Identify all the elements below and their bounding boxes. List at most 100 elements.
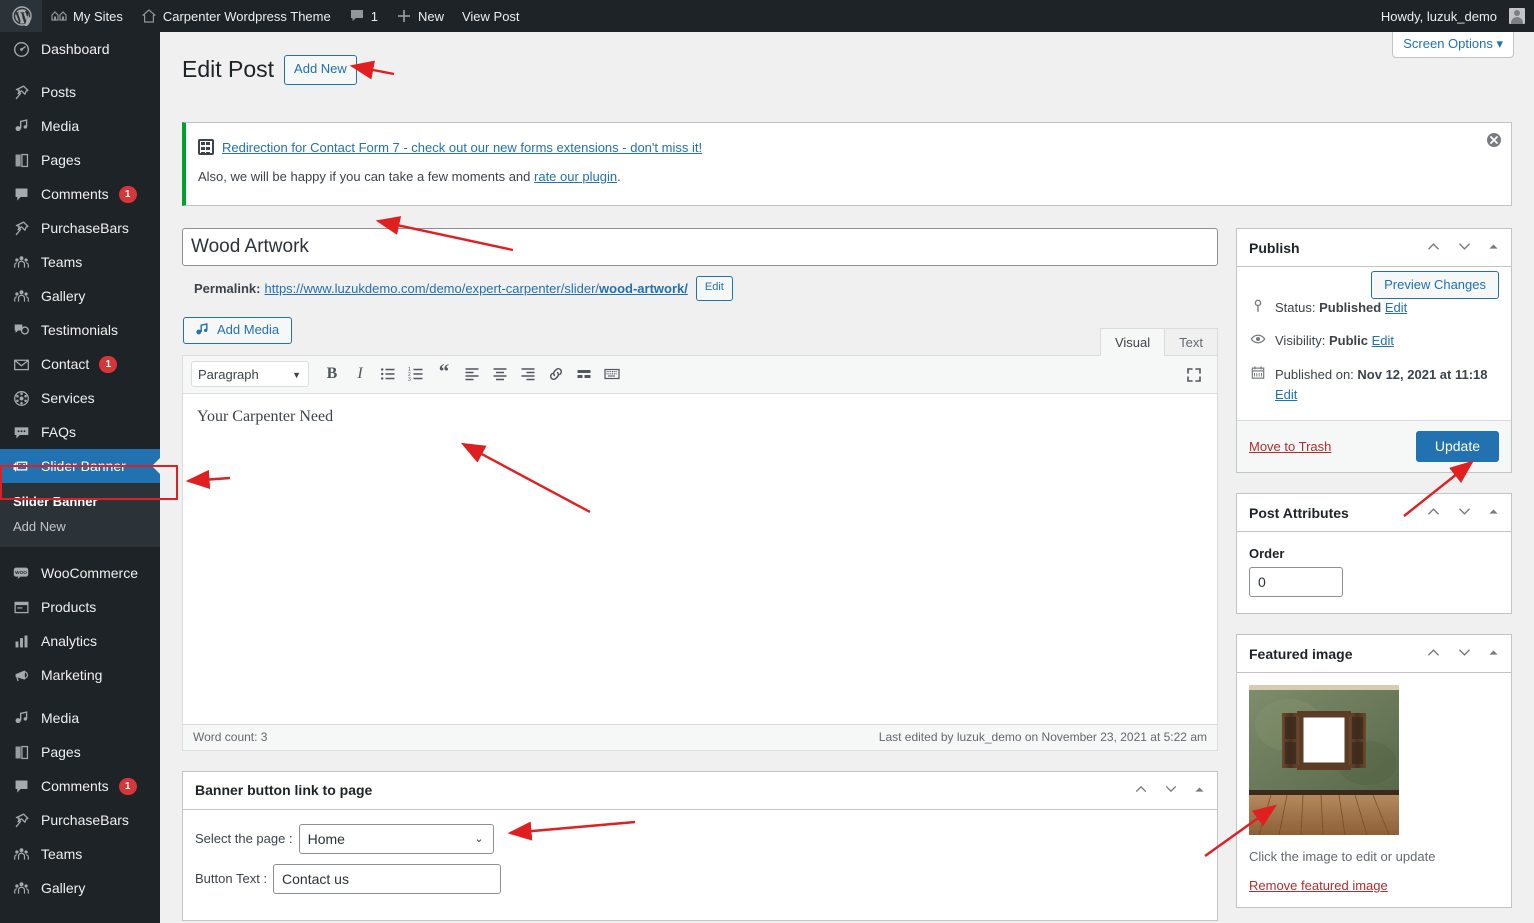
bulleted-list-icon[interactable] <box>375 361 401 387</box>
adminbar-my-account[interactable]: Howdy, luzuk_demo <box>1372 0 1534 32</box>
adminbar-my-sites-label: My Sites <box>73 8 123 24</box>
sidebar-item-teams-2[interactable]: Teams <box>0 837 160 871</box>
tab-text[interactable]: Text <box>1164 327 1218 356</box>
editor-content-area[interactable]: Your Carpenter Need <box>183 394 1217 724</box>
post-attributes-body: Order <box>1237 532 1511 613</box>
adminbar-my-sites[interactable]: My Sites <box>42 0 132 32</box>
remove-featured-image-link[interactable]: Remove featured image <box>1249 878 1499 893</box>
move-down-icon[interactable] <box>1164 782 1178 798</box>
toggle-panel-icon[interactable] <box>1194 784 1205 797</box>
preview-changes-button[interactable]: Preview Changes <box>1371 271 1499 299</box>
select-page-dropdown[interactable]: Home <box>298 823 494 854</box>
visibility-text: Visibility: Public Edit <box>1275 331 1394 351</box>
sidebar-item-comments[interactable]: Comments 1 <box>0 177 160 211</box>
insert-link-icon[interactable] <box>543 361 569 387</box>
update-button[interactable]: Update <box>1415 431 1499 462</box>
published-on-row: Published on: Nov 12, 2021 at 11:18 Edit <box>1249 359 1499 410</box>
align-center-icon[interactable] <box>487 361 513 387</box>
sidebar-item-comments-2[interactable]: Comments 1 <box>0 769 160 803</box>
sidebar-item-analytics[interactable]: Analytics <box>0 624 160 658</box>
toggle-panel-icon[interactable] <box>1488 241 1499 254</box>
wordpress-logo-icon[interactable] <box>0 0 42 32</box>
sidebar-item-label: Pages <box>41 152 81 168</box>
sidebar-item-dashboard[interactable]: Dashboard <box>0 32 160 66</box>
edit-visibility-link[interactable]: Edit <box>1372 333 1394 348</box>
close-icon[interactable] <box>1485 131 1503 149</box>
permalink-link[interactable]: https://www.luzukdemo.com/demo/expert-ca… <box>264 281 687 296</box>
sidebar-item-label: WooCommerce <box>41 565 138 581</box>
edit-status-link[interactable]: Edit <box>1385 300 1407 315</box>
sidebar-item-faqs[interactable]: FAQs <box>0 415 160 449</box>
sidebar-item-purchasebars[interactable]: PurchaseBars <box>0 211 160 245</box>
editor-container: Paragraph ▼ B I 123 “ Your Carpenter Nee… <box>182 354 1218 751</box>
edit-permalink-button[interactable]: Edit <box>695 276 733 301</box>
window-shutter-right <box>1349 713 1366 768</box>
rate-plugin-link[interactable]: rate our plugin <box>534 169 617 184</box>
toggle-panel-icon[interactable] <box>1488 506 1499 519</box>
align-right-icon[interactable] <box>515 361 541 387</box>
editor-paragraph: Your Carpenter Need <box>197 407 334 425</box>
move-up-icon[interactable] <box>1426 645 1441 662</box>
adminbar-site-name[interactable]: Carpenter Wordpress Theme <box>132 0 340 32</box>
sidebar-item-services[interactable]: Services <box>0 381 160 415</box>
sidebar-item-gallery-2[interactable]: Gallery <box>0 871 160 905</box>
sidebar-item-products[interactable]: Products <box>0 590 160 624</box>
sidebar-item-label: FAQs <box>41 424 77 440</box>
align-left-icon[interactable] <box>459 361 485 387</box>
word-count: Word count: 3 <box>193 730 268 745</box>
last-edited: Last edited by luzuk_demo on November 23… <box>878 730 1207 745</box>
page-title-text: Edit Post <box>182 56 275 82</box>
sidebar-item-woocommerce[interactable]: WOO WooCommerce <box>0 556 160 590</box>
sidebar-item-testimonials[interactable]: Testimonials <box>0 313 160 347</box>
adminbar-view-post[interactable]: View Post <box>453 0 529 32</box>
move-up-icon[interactable] <box>1426 239 1441 256</box>
move-down-icon[interactable] <box>1457 504 1472 521</box>
sidebar-item-gallery[interactable]: Gallery <box>0 279 160 313</box>
tab-visual[interactable]: Visual <box>1099 327 1166 356</box>
sidebar-item-marketing[interactable]: Marketing <box>0 658 160 692</box>
button-text-input[interactable] <box>273 863 502 894</box>
add-new-button[interactable]: Add New <box>284 55 357 85</box>
italic-icon[interactable]: I <box>347 361 373 387</box>
add-media-button[interactable]: Add Media <box>183 316 293 344</box>
editor-mode-tabs: Visual Text <box>1099 327 1218 356</box>
paragraph-format-select[interactable]: Paragraph <box>191 361 309 388</box>
notice-link[interactable]: Redirection for Contact Form 7 - check o… <box>222 140 702 155</box>
post-title-input[interactable] <box>182 228 1218 266</box>
dashboard-icon <box>11 41 31 58</box>
sidebar-item-media[interactable]: Media <box>0 109 160 143</box>
sidebar-item-purchasebars-2[interactable]: PurchaseBars <box>0 803 160 837</box>
move-down-icon[interactable] <box>1457 239 1472 256</box>
adminbar-comments[interactable]: 1 <box>340 0 387 32</box>
permalink-row: Permalink: https://www.luzukdemo.com/dem… <box>182 266 1218 301</box>
featured-image-thumbnail[interactable] <box>1249 685 1399 835</box>
toolbar-toggle-icon[interactable] <box>599 361 625 387</box>
sidebar-item-contact[interactable]: Contact 1 <box>0 347 160 381</box>
screen-options-toggle[interactable]: Screen Options ▾ <box>1392 32 1514 58</box>
sidebar-item-pages[interactable]: Pages <box>0 143 160 177</box>
sidebar-item-media-2[interactable]: Media <box>0 701 160 735</box>
sidebar-item-posts[interactable]: Posts <box>0 75 160 109</box>
sidebar-item-pages-2[interactable]: Pages <box>0 735 160 769</box>
order-input[interactable] <box>1249 567 1343 597</box>
blockquote-icon[interactable]: “ <box>431 360 457 387</box>
sidebar-item-slider-banner[interactable]: Slider Banner <box>0 449 160 483</box>
bold-icon[interactable]: B <box>319 361 345 387</box>
move-up-icon[interactable] <box>1134 782 1148 798</box>
banner-button-metabox: Banner button link to page Select the pa… <box>182 770 1218 921</box>
sidebar-subitem-add-new[interactable]: Add New <box>0 514 160 539</box>
move-down-icon[interactable] <box>1457 645 1472 662</box>
move-up-icon[interactable] <box>1426 504 1441 521</box>
edit-published-link[interactable]: Edit <box>1275 387 1297 402</box>
numbered-list-icon[interactable]: 123 <box>403 361 429 387</box>
comment-bubble-icon <box>349 8 365 24</box>
sidebar-subitem-slider-banner[interactable]: Slider Banner <box>0 489 160 514</box>
move-to-trash-link[interactable]: Move to Trash <box>1249 439 1331 454</box>
adminbar-new[interactable]: New <box>387 0 453 32</box>
read-more-icon[interactable] <box>571 361 597 387</box>
distraction-free-icon[interactable] <box>1181 362 1207 388</box>
groups-icon <box>11 846 31 863</box>
sidebar-item-label: Products <box>41 599 97 615</box>
toggle-panel-icon[interactable] <box>1488 647 1499 660</box>
sidebar-item-teams[interactable]: Teams <box>0 245 160 279</box>
